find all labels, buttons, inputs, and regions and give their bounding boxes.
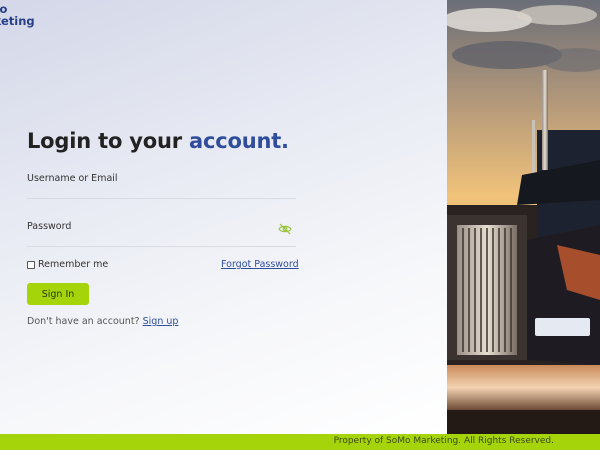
footer-text: Property of SoMo Marketing. All Rights R…: [333, 436, 554, 446]
sign-up-link[interactable]: Sign up: [143, 316, 179, 327]
signup-prompt: Don't have an account?: [27, 316, 140, 327]
title-accent: account.: [189, 129, 289, 153]
remember-checkbox[interactable]: [27, 260, 35, 269]
hero-image: [447, 0, 600, 434]
username-underline: [27, 198, 296, 199]
footer: Property of SoMo Marketing. All Rights R…: [0, 434, 600, 450]
remember-label: Remember me: [38, 259, 109, 270]
username-input[interactable]: [27, 176, 296, 198]
forgot-password-link[interactable]: Forgot Password: [221, 259, 299, 270]
title-prefix: Login to your: [27, 129, 190, 153]
semi-truck-illustration: [447, 0, 600, 434]
signup-line: Don't have an account? Sign up: [27, 316, 178, 327]
logo: Mo rketing: [0, 3, 35, 27]
password-underline: [27, 246, 296, 247]
logo-line-2: rketing: [0, 14, 35, 28]
login-panel: Mo rketing Login to your account. Userna…: [0, 0, 447, 434]
sign-in-button[interactable]: Sign In: [27, 283, 89, 305]
remember-me[interactable]: Remember me: [27, 259, 108, 270]
password-input[interactable]: [27, 224, 296, 246]
eye-slash-icon[interactable]: [278, 220, 292, 235]
page-title: Login to your account.: [27, 129, 289, 153]
